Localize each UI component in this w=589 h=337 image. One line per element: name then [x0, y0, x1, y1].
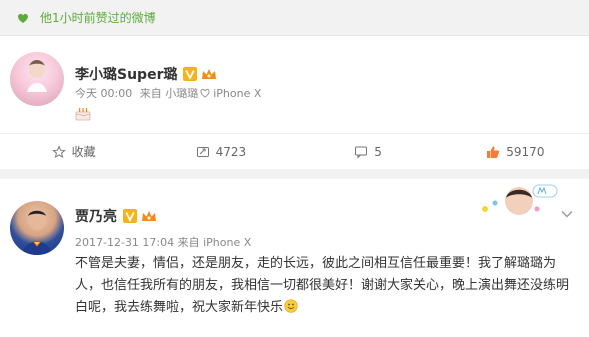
- liked-banner: 他1小时前赞过的微博: [0, 0, 589, 36]
- v-badge-icon: [183, 67, 198, 81]
- action-bar: 收藏 4723 5 59170: [0, 133, 589, 169]
- like-count: 59170: [506, 144, 545, 159]
- username[interactable]: 贾乃亮: [75, 206, 157, 226]
- repost-icon: [196, 146, 209, 157]
- comment-count: 5: [374, 144, 382, 159]
- star-icon: [51, 144, 66, 158]
- cake-icon: [75, 108, 91, 121]
- post-body-text: 不管是夫妻，情侣，还是朋友，走的长远，彼此之间相互信任最重要！我了解璐璐为人，也…: [75, 256, 570, 315]
- username[interactable]: 李小璐Super璐: [75, 64, 217, 84]
- like-button[interactable]: 59170: [442, 134, 589, 169]
- v-badge-icon: [123, 209, 137, 223]
- comment-button[interactable]: 5: [295, 134, 442, 169]
- thumb-up-icon: [487, 145, 500, 158]
- username-text[interactable]: 贾乃亮: [75, 206, 117, 226]
- chevron-down-icon[interactable]: [561, 210, 573, 218]
- heart-outline-icon: [200, 88, 210, 98]
- avatar[interactable]: [10, 52, 64, 106]
- weibo-post-1: 李小璐Super璐 今天 00:00 来自 小璐璐 iPhone X: [0, 37, 589, 133]
- weibo-post-2: 贾乃亮 2017-12-31 17:04 来自 iPhone X 不管是夫妻，情…: [0, 179, 589, 337]
- post-source: 来自 小璐璐: [139, 87, 199, 100]
- banner-text: 他1小时前赞过的微博: [40, 11, 156, 25]
- heart-icon: [16, 11, 30, 25]
- favorite-label: 收藏: [71, 145, 96, 159]
- post-meta-text: 2017-12-31 17:04 来自 iPhone X: [75, 236, 252, 249]
- username-text[interactable]: 李小璐Super璐: [75, 64, 177, 84]
- crown-icon: [142, 211, 156, 221]
- crown-icon: [202, 69, 217, 79]
- avatar[interactable]: [10, 201, 64, 255]
- card-decoration-icon: [482, 184, 558, 215]
- post-device: iPhone X: [213, 86, 262, 100]
- smile-icon: [284, 299, 298, 313]
- repost-button[interactable]: 4723: [147, 134, 294, 169]
- post-meta: 2017-12-31 17:04 来自 iPhone X: [75, 234, 251, 250]
- comment-icon: [355, 146, 368, 159]
- post-separator: [0, 169, 589, 179]
- post-body: 不管是夫妻，情侣，还是朋友，走的长远，彼此之间相互信任最重要！我了解璐璐为人，也…: [75, 253, 575, 319]
- repost-count: 4723: [215, 144, 247, 159]
- favorite-button[interactable]: 收藏: [0, 134, 147, 169]
- post-meta: 今天 00:00 来自 小璐璐 iPhone X: [75, 85, 261, 101]
- post-time: 今天 00:00: [75, 87, 133, 100]
